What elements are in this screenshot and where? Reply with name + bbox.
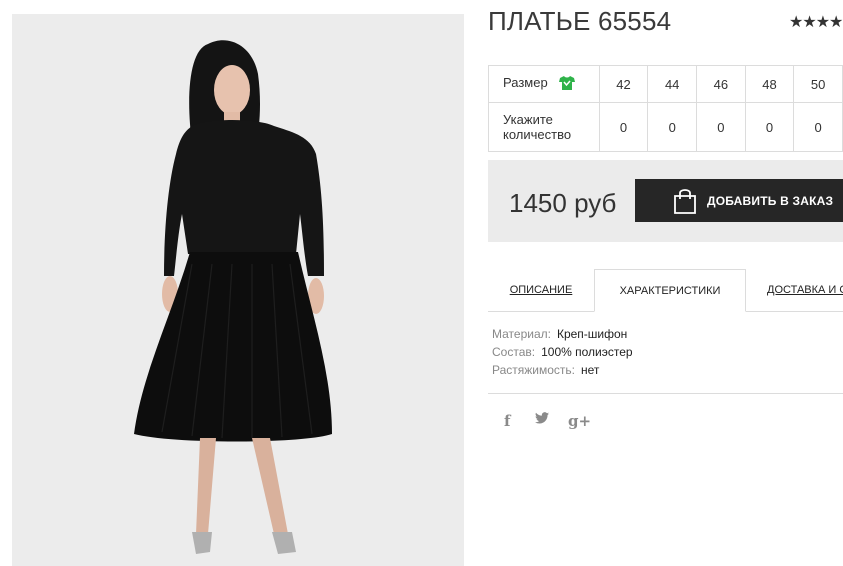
- size-cell[interactable]: 48: [744, 65, 795, 103]
- tab-delivery[interactable]: ДОСТАВКА И О: [767, 269, 843, 311]
- spec-value: нет: [581, 363, 600, 377]
- shopping-bag-icon: [673, 188, 697, 217]
- spec-row: Растяжимость: нет: [492, 361, 633, 379]
- spec-row: Состав: 100% полиэстер: [492, 343, 633, 361]
- quantity-field[interactable]: 0: [744, 102, 795, 152]
- add-to-order-label: ДОБАВИТЬ В ЗАКАЗ: [707, 193, 834, 208]
- tshirt-icon[interactable]: [559, 75, 576, 93]
- product-image[interactable]: [12, 14, 464, 566]
- spec-key: Состав:: [492, 345, 536, 359]
- tab-characteristics[interactable]: ХАРАКТЕРИСТИКИ: [594, 269, 746, 312]
- size-cell[interactable]: 44: [647, 65, 698, 103]
- size-header-cell: Размер: [488, 65, 600, 103]
- twitter-icon[interactable]: [535, 412, 549, 428]
- size-cell[interactable]: 46: [696, 65, 746, 103]
- size-cell[interactable]: 42: [598, 65, 649, 103]
- product-tabs: ОПИСАНИЕ ХАРАКТЕРИСТИКИ ДОСТАВКА И О: [488, 269, 843, 312]
- characteristics-list: Материал: Креп-шифон Состав: 100% полиэсте…: [492, 325, 633, 379]
- buy-box: 1450 руб ДОБАВИТЬ В ЗАКАЗ: [488, 160, 843, 242]
- google-plus-icon[interactable]: g+: [568, 412, 591, 430]
- quantity-field[interactable]: 0: [598, 102, 649, 152]
- size-cell[interactable]: 50: [793, 65, 843, 103]
- quantity-field[interactable]: 0: [696, 102, 746, 152]
- tab-description[interactable]: ОПИСАНИЕ: [488, 269, 594, 311]
- size-label: Размер: [503, 75, 548, 91]
- spec-key: Растяжимость:: [492, 363, 576, 377]
- facebook-icon[interactable]: f: [504, 412, 510, 430]
- divider: [488, 393, 843, 394]
- product-photo-illustration: [12, 14, 464, 566]
- product-title: ПЛАТЬЕ 65554: [488, 6, 672, 36]
- price: 1450 руб: [509, 188, 617, 218]
- size-table: Размер 42 44 46 48 50 Укажите количество…: [488, 65, 843, 152]
- size-row: Размер 42 44 46 48 50: [488, 65, 843, 103]
- quantity-field[interactable]: 0: [793, 102, 843, 152]
- quantity-field[interactable]: 0: [647, 102, 698, 152]
- spec-row: Материал: Креп-шифон: [492, 325, 633, 343]
- spec-value: 100% полиэстер: [541, 345, 633, 359]
- rating-stars[interactable]: ★★★★: [789, 12, 843, 32]
- add-to-order-button[interactable]: ДОБАВИТЬ В ЗАКАЗ: [635, 179, 843, 222]
- spec-value: Креп-шифон: [556, 327, 628, 341]
- quantity-label: Укажите количество: [488, 102, 600, 152]
- spec-key: Материал:: [492, 327, 551, 341]
- quantity-row: Укажите количество 0 0 0 0 0: [488, 102, 843, 152]
